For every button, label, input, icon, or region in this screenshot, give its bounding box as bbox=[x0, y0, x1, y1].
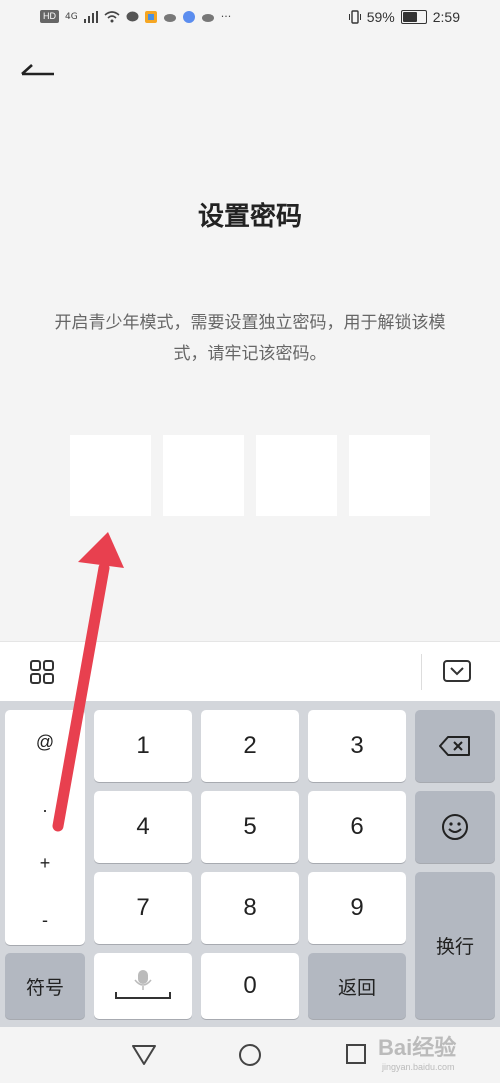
symbol-at[interactable]: @ bbox=[5, 732, 85, 753]
app-icon bbox=[144, 10, 157, 23]
backspace-key[interactable] bbox=[415, 710, 495, 782]
symbol-column[interactable]: @ . + - bbox=[5, 710, 85, 945]
battery-percent: 59% bbox=[366, 9, 395, 25]
status-left: HD 4G ··· bbox=[40, 10, 231, 23]
emoji-key[interactable] bbox=[415, 791, 495, 863]
toolbar-divider bbox=[421, 654, 422, 690]
vibrate-icon bbox=[348, 10, 361, 24]
symbol-key[interactable]: 符号 bbox=[5, 953, 85, 1019]
status-right: 59% 2:59 bbox=[348, 9, 460, 25]
watermark-subtext: jingyan.baidu.com bbox=[382, 1062, 455, 1072]
symbol-plus[interactable]: + bbox=[5, 853, 85, 874]
nav-back-icon[interactable] bbox=[131, 1043, 157, 1067]
return-key[interactable]: 返回 bbox=[308, 953, 406, 1019]
key-0[interactable]: 0 bbox=[201, 953, 299, 1019]
pin-box-4[interactable] bbox=[349, 435, 430, 516]
network-badge: HD bbox=[40, 10, 59, 23]
pin-input-group[interactable] bbox=[70, 435, 430, 516]
keyboard-collapse-icon[interactable] bbox=[443, 660, 471, 682]
music-icon bbox=[182, 10, 195, 23]
symbol-dot[interactable]: . bbox=[5, 796, 85, 817]
symbol-minus[interactable]: - bbox=[5, 910, 85, 931]
key-8[interactable]: 8 bbox=[201, 872, 299, 944]
nav-recents-icon[interactable] bbox=[345, 1043, 367, 1065]
enter-key[interactable]: 换行 bbox=[415, 872, 495, 1019]
back-arrow-icon bbox=[21, 64, 54, 76]
key-4[interactable]: 4 bbox=[94, 791, 192, 863]
key-2[interactable]: 2 bbox=[201, 710, 299, 782]
pin-box-1[interactable] bbox=[70, 435, 151, 516]
signal-icon bbox=[83, 10, 98, 23]
battery-icon bbox=[400, 10, 427, 24]
backspace-icon bbox=[439, 736, 470, 756]
key-5[interactable]: 5 bbox=[201, 791, 299, 863]
key-1[interactable]: 1 bbox=[94, 710, 192, 782]
watermark-logo: Bai经验 jingyan.baidu.com bbox=[378, 1030, 457, 1072]
clock: 2:59 bbox=[432, 9, 460, 25]
more-icon: ··· bbox=[220, 10, 232, 23]
emoji-icon bbox=[442, 814, 468, 840]
status-bar: HD 4G ··· 59% 2:59 bbox=[0, 0, 500, 36]
microphone-icon bbox=[115, 970, 171, 999]
wifi-icon bbox=[104, 10, 120, 22]
apps-grid-icon[interactable] bbox=[30, 660, 54, 684]
cloud-icon bbox=[163, 13, 176, 22]
pin-box-2[interactable] bbox=[163, 435, 244, 516]
space-key[interactable] bbox=[94, 953, 192, 1019]
key-9[interactable]: 9 bbox=[308, 872, 406, 944]
key-7[interactable]: 7 bbox=[94, 872, 192, 944]
key-3[interactable]: 3 bbox=[308, 710, 406, 782]
watermark-text: Bai经验 bbox=[378, 1035, 457, 1060]
pin-box-3[interactable] bbox=[256, 435, 337, 516]
page-title: 设置密码 bbox=[197, 202, 302, 232]
back-button[interactable] bbox=[18, 56, 58, 86]
signal-label: 4G bbox=[65, 11, 78, 22]
numeric-keyboard: @ . + - 1 2 3 4 5 6 7 8 9 符号 0 返回 换行 bbox=[0, 701, 500, 1027]
keyboard-toolbar bbox=[0, 641, 500, 702]
cloud-icon bbox=[201, 13, 214, 22]
chat-icon bbox=[126, 11, 139, 21]
nav-home-icon[interactable] bbox=[238, 1043, 262, 1067]
page-description: 开启青少年模式，需要设置独立密码，用于解锁该模式，请牢记该密码。 bbox=[54, 313, 446, 364]
key-6[interactable]: 6 bbox=[308, 791, 406, 863]
